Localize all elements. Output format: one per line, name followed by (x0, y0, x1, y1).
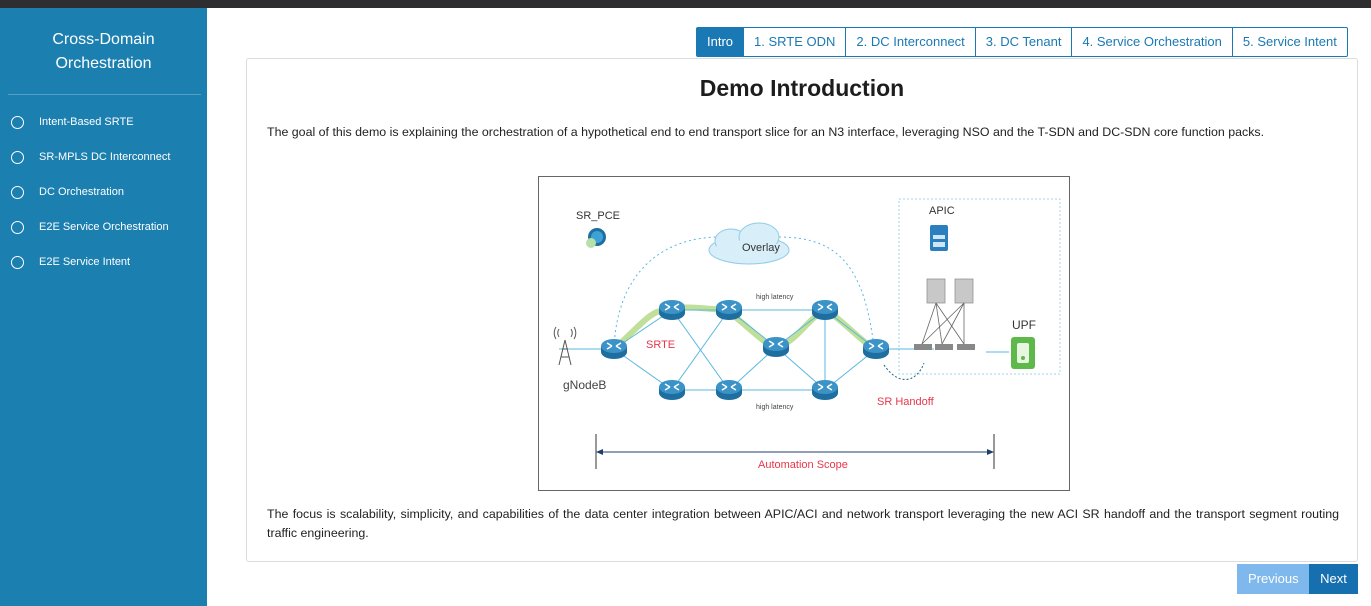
tab-dc-tenant[interactable]: 3. DC Tenant (974, 27, 1073, 57)
previous-button[interactable]: Previous (1237, 564, 1309, 594)
sr-handoff-label: SR Handoff (877, 396, 935, 408)
tab-service-intent[interactable]: 5. Service Intent (1231, 27, 1348, 57)
router-icon (715, 379, 743, 401)
sr-pce-label: SR_PCE (576, 210, 620, 222)
automation-scope-label: Automation Scope (758, 459, 848, 471)
content-panel: Demo Introduction The goal of this demo … (246, 58, 1358, 562)
overlay-label: Overlay (742, 242, 780, 254)
sidebar: Cross-Domain Orchestration Intent-Based … (0, 8, 207, 606)
sidebar-item-e2e-service-intent[interactable]: E2E Service Intent (11, 252, 130, 272)
radio-circle-icon (11, 220, 24, 234)
page-title: Demo Introduction (699, 75, 905, 101)
sr-handoff-arrow (883, 362, 925, 380)
router-icon (811, 299, 839, 321)
high-latency-bottom-label: high latency (756, 404, 794, 411)
arrow-left-icon (596, 449, 603, 455)
tab-intro[interactable]: Intro (696, 27, 745, 57)
sidebar-item-sr-mpls-dc-interconnect[interactable]: SR-MPLS DC Interconnect (11, 147, 170, 167)
antenna-tower-icon (553, 326, 577, 366)
sidebar-item-label: DC Orchestration (39, 186, 124, 198)
router-icon (715, 299, 743, 321)
sidebar-item-e2e-service-orchestration[interactable]: E2E Service Orchestration (11, 217, 169, 237)
sidebar-item-dc-orchestration[interactable]: DC Orchestration (11, 182, 124, 202)
router-icon (658, 379, 686, 401)
sidebar-title-line2: Orchestration (55, 55, 152, 72)
tab-service-orchestration[interactable]: 4. Service Orchestration (1071, 27, 1233, 57)
sidebar-item-label: Intent-Based SRTE (39, 116, 134, 128)
next-button[interactable]: Next (1309, 564, 1358, 594)
apic-label: APIC (929, 205, 955, 217)
radio-circle-icon (11, 185, 24, 199)
router-icon (762, 336, 790, 358)
router-icon (811, 379, 839, 401)
router-icon (658, 299, 686, 321)
focus-paragraph: The focus is scalability, simplicity, an… (267, 507, 1339, 540)
tab-dc-interconnect[interactable]: 2. DC Interconnect (845, 27, 976, 57)
upf-device-icon (1011, 337, 1035, 369)
srte-label: SRTE (646, 339, 675, 351)
high-latency-top-label: high latency (756, 294, 794, 301)
sidebar-item-label: E2E Service Orchestration (39, 221, 169, 233)
window-top-bar (0, 0, 1371, 8)
sidebar-item-label: E2E Service Intent (39, 256, 131, 268)
apic-server-icon (930, 225, 948, 251)
pager: Previous Next (1237, 564, 1358, 594)
sidebar-item-intent-based-srte[interactable]: Intent-Based SRTE (11, 112, 134, 132)
sr-pce-globe-icon (586, 228, 606, 248)
radio-circle-icon (11, 150, 24, 164)
aci-fabric-icon (914, 278, 975, 350)
upf-label: UPF (1012, 318, 1036, 332)
sidebar-item-label: SR-MPLS DC Interconnect (39, 151, 171, 163)
router-icon (600, 338, 628, 360)
tab-srte-odn[interactable]: 1. SRTE ODN (743, 27, 847, 57)
sidebar-title: Cross-Domain Orchestration (0, 28, 207, 76)
gnodeb-label: gNodeB (563, 378, 606, 392)
arrow-right-icon (987, 449, 994, 455)
router-icon (862, 338, 890, 360)
radio-circle-icon (11, 115, 24, 129)
overlay-arc-right (778, 236, 875, 348)
sidebar-divider (8, 94, 201, 95)
sidebar-title-line1: Cross-Domain (52, 31, 155, 48)
architecture-diagram: Overlay SR_PCE gNodeB SRTE high latency … (538, 176, 1070, 491)
tab-bar: Intro 1. SRTE ODN 2. DC Interconnect 3. … (696, 27, 1348, 57)
radio-circle-icon (11, 255, 24, 269)
intro-paragraph: The goal of this demo is explaining the … (267, 125, 1265, 139)
